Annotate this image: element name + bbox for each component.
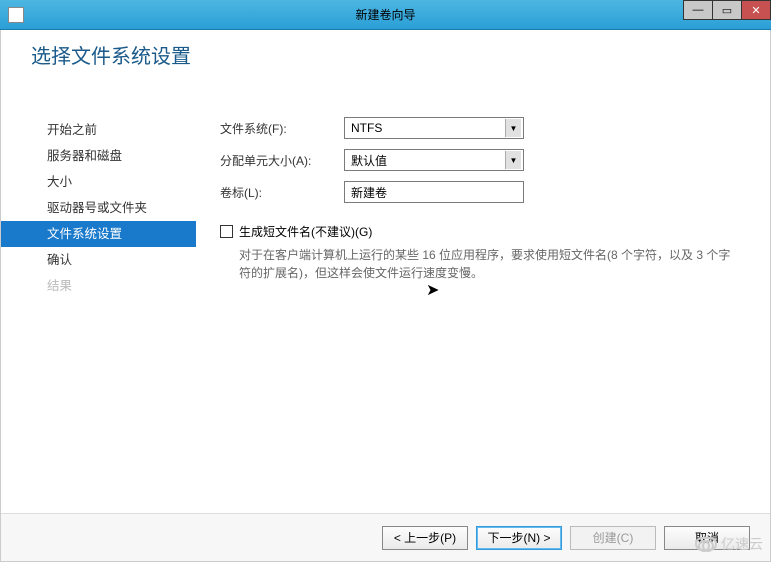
volume-label-label: 卷标(L): xyxy=(220,184,344,201)
chevron-down-icon: ▼ xyxy=(505,151,521,169)
next-button[interactable]: 下一步(N) > xyxy=(476,526,562,550)
allocation-unit-label: 分配单元大小(A): xyxy=(220,152,344,169)
sidebar-step-results: 结果 xyxy=(31,273,196,299)
sidebar-step-confirm[interactable]: 确认 xyxy=(31,247,196,273)
close-button[interactable]: ✕ xyxy=(741,0,771,20)
form-area: 文件系统(F): NTFS ▼ 分配单元大小(A): 默认值 ▼ 卷标(L): xyxy=(196,113,770,513)
watermark-text: 亿速云 xyxy=(721,534,763,554)
filesystem-select[interactable]: NTFS ▼ xyxy=(344,117,524,139)
minimize-button[interactable]: — xyxy=(683,0,713,20)
chevron-down-icon: ▼ xyxy=(505,119,521,137)
previous-button[interactable]: < 上一步(P) xyxy=(382,526,468,550)
allocation-unit-value: 默认值 xyxy=(351,152,387,169)
shortnames-checkbox[interactable] xyxy=(220,225,233,238)
wizard-content: 选择文件系统设置 开始之前 服务器和磁盘 大小 驱动器号或文件夹 文件系统设置 … xyxy=(0,30,771,562)
allocation-unit-select[interactable]: 默认值 ▼ xyxy=(344,149,524,171)
watermark-icon xyxy=(695,537,717,551)
window-controls: — ▭ ✕ xyxy=(684,0,771,20)
sidebar-step-size[interactable]: 大小 xyxy=(31,169,196,195)
watermark: 亿速云 xyxy=(695,534,763,554)
filesystem-value: NTFS xyxy=(351,121,382,135)
sidebar-step-filesystem-settings[interactable]: 文件系统设置 xyxy=(1,221,196,247)
sidebar-step-before-begin[interactable]: 开始之前 xyxy=(31,117,196,143)
shortnames-checkbox-label: 生成短文件名(不建议)(G) xyxy=(239,223,372,240)
wizard-footer: < 上一步(P) 下一步(N) > 创建(C) 取消 xyxy=(1,513,770,561)
app-icon xyxy=(8,7,24,23)
sidebar-step-server-disk[interactable]: 服务器和磁盘 xyxy=(31,143,196,169)
volume-label-input[interactable] xyxy=(344,181,524,203)
shortnames-help-text: 对于在客户端计算机上运行的某些 16 位应用程序，要求使用短文件名(8 个字符，… xyxy=(239,246,740,282)
title-bar: 新建卷向导 — ▭ ✕ xyxy=(0,0,771,30)
wizard-steps-sidebar: 开始之前 服务器和磁盘 大小 驱动器号或文件夹 文件系统设置 确认 结果 xyxy=(1,113,196,513)
filesystem-label: 文件系统(F): xyxy=(220,120,344,137)
create-button: 创建(C) xyxy=(570,526,656,550)
maximize-button[interactable]: ▭ xyxy=(712,0,742,20)
sidebar-step-drive-letter[interactable]: 驱动器号或文件夹 xyxy=(31,195,196,221)
page-heading: 选择文件系统设置 xyxy=(31,40,770,69)
window-title: 新建卷向导 xyxy=(355,6,415,23)
